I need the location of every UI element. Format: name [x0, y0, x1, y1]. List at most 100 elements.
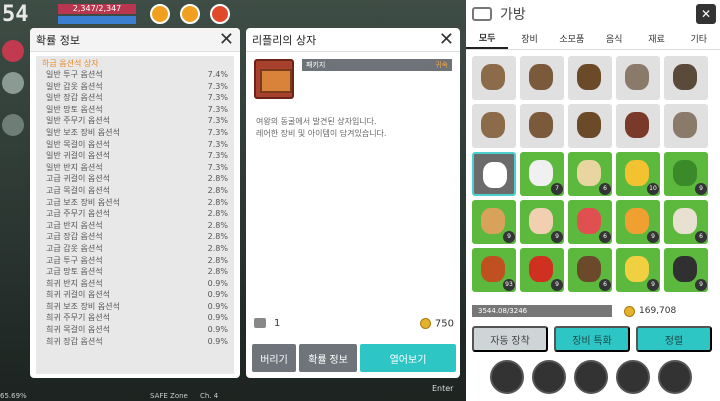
item-icon	[529, 64, 553, 90]
probability-item-name: 일반 갑옷 옵션석	[46, 81, 103, 91]
weight-capacity: 3544.08/3246	[472, 305, 612, 317]
item-icon	[625, 208, 649, 234]
probability-row: 희귀 귀걸이 옵션석 0.9%	[42, 289, 228, 301]
tab-etc[interactable]: 기타	[678, 28, 720, 49]
item-count: 10	[647, 183, 659, 195]
chest-icon	[254, 59, 294, 99]
inventory-slot[interactable]	[616, 104, 660, 148]
inventory-slot[interactable]: 9	[520, 200, 564, 244]
quick-slot[interactable]	[574, 360, 608, 394]
quick-slot[interactable]	[490, 360, 524, 394]
probability-row: 일반 반지 옵션석 7.3%	[42, 162, 228, 174]
inventory-slot[interactable]	[664, 104, 708, 148]
probability-info-button[interactable]: 확률 정보	[299, 344, 357, 372]
tab-all[interactable]: 모두	[466, 28, 509, 49]
probability-item-name: 희귀 귀걸이 옵션석	[46, 290, 110, 300]
pet-icon[interactable]	[2, 114, 24, 136]
gear-special-button[interactable]: 장비 특화	[554, 326, 630, 352]
inventory-grid: 7 6 10 9 9 9 6 9 6 93 9 6 9 9	[472, 56, 710, 298]
player-level: 54	[2, 2, 29, 27]
buff-icon[interactable]	[210, 4, 230, 24]
probability-row: 고급 보조 장비 옵션석 2.8%	[42, 197, 228, 209]
probability-row: 일반 망토 옵션석 7.3%	[42, 104, 228, 116]
close-icon[interactable]: ✕	[439, 30, 454, 49]
inventory-title: 가방	[500, 7, 526, 23]
inventory-slot[interactable]: 10	[616, 152, 660, 196]
inventory-slot[interactable]	[616, 56, 660, 100]
inventory-slot[interactable]: 9	[520, 248, 564, 292]
tab-equipment[interactable]: 장비	[508, 28, 550, 49]
item-count: 6	[695, 231, 707, 243]
item-action-buttons: 버리기 확률 정보 열어보기	[252, 344, 456, 372]
item-description: 여왕의 동굴에서 발견된 상자입니다. 레어한 장비 및 아이템이 담겨있습니다…	[256, 116, 452, 140]
item-name: 리플리의 상자	[252, 33, 317, 47]
inventory-slot[interactable]	[568, 104, 612, 148]
inventory-tabs: 모두 장비 소모품 음식 재료 기타	[466, 28, 720, 50]
probability-row: 일반 장갑 옵션석 7.3%	[42, 92, 228, 104]
probability-item-name: 일반 반지 옵션석	[46, 162, 103, 172]
probability-percent: 0.9%	[207, 336, 228, 346]
quick-slot[interactable]	[532, 360, 566, 394]
probability-percent: 2.8%	[207, 220, 228, 230]
probability-item-name: 일반 목걸이 옵션석	[46, 139, 110, 149]
item-count: 9	[647, 231, 659, 243]
quick-slot[interactable]	[658, 360, 692, 394]
inventory-slot[interactable]: 9	[664, 248, 708, 292]
sort-button[interactable]: 정렬	[636, 326, 712, 352]
probability-row: 희귀 반지 옵션석 0.9%	[42, 278, 228, 290]
party-icon[interactable]	[2, 72, 24, 94]
item-icon	[577, 64, 601, 90]
probability-row: 고급 주무기 옵션석 2.8%	[42, 208, 228, 220]
capacity-row: 3544.08/3246 169,708	[472, 304, 712, 318]
inventory-slot[interactable]: 93	[472, 248, 516, 292]
inventory-slot[interactable]	[472, 104, 516, 148]
inventory-slot[interactable]: 6	[568, 248, 612, 292]
item-icon	[625, 256, 649, 282]
item-count: 93	[503, 279, 515, 291]
probability-percent: 7.3%	[207, 81, 228, 91]
inventory-actions: 자동 장착 장비 특화 정렬	[472, 326, 712, 352]
close-icon[interactable]: ✕	[219, 30, 234, 49]
probability-row: 고급 갑옷 옵션석 2.8%	[42, 243, 228, 255]
item-icon	[673, 112, 697, 138]
inventory-slot[interactable]: 9	[616, 248, 660, 292]
probability-row: 일반 주무기 옵션석 7.3%	[42, 115, 228, 127]
menu-icon[interactable]	[2, 40, 24, 62]
tab-materials[interactable]: 재료	[635, 28, 677, 49]
inventory-slot[interactable]: 9	[616, 200, 660, 244]
item-icon	[481, 112, 505, 138]
probability-percent: 7.3%	[207, 139, 228, 149]
inventory-slot[interactable]	[568, 56, 612, 100]
inventory-slot[interactable]: 6	[664, 200, 708, 244]
inventory-slot[interactable]: 9	[472, 200, 516, 244]
quick-slot[interactable]	[616, 360, 650, 394]
weight-icon	[254, 318, 266, 329]
probability-percent: 2.8%	[207, 185, 228, 195]
item-icon	[529, 160, 553, 186]
inventory-slot[interactable]	[520, 56, 564, 100]
inventory-slot[interactable]	[520, 104, 564, 148]
auto-equip-button[interactable]: 자동 장착	[472, 326, 548, 352]
open-box-button[interactable]: 열어보기	[360, 344, 456, 372]
inventory-slot[interactable]	[472, 152, 516, 196]
buff-icon[interactable]	[150, 4, 170, 24]
inventory-slot[interactable]: 7	[520, 152, 564, 196]
item-icon	[625, 64, 649, 90]
item-icon	[577, 256, 601, 282]
buff-icon[interactable]	[180, 4, 200, 24]
probability-header: 확률 정보 ✕	[30, 28, 240, 52]
inventory-slot[interactable]: 6	[568, 152, 612, 196]
close-icon[interactable]: ✕	[696, 4, 716, 24]
inventory-slot[interactable]	[472, 56, 516, 100]
inventory-slot[interactable]: 6	[568, 200, 612, 244]
probability-row: 희귀 주무기 옵션석 0.9%	[42, 312, 228, 324]
tab-consumables[interactable]: 소모품	[551, 28, 593, 49]
quantity-row: 1 750	[254, 318, 454, 330]
inventory-slot[interactable]: 9	[664, 152, 708, 196]
probability-row: 희귀 목걸이 옵션석 0.9%	[42, 324, 228, 336]
probability-category: 하급 옵션석 상자	[42, 59, 99, 68]
mp-bar	[58, 16, 136, 24]
tab-food[interactable]: 음식	[593, 28, 635, 49]
inventory-slot[interactable]	[664, 56, 708, 100]
discard-button[interactable]: 버리기	[252, 344, 296, 372]
